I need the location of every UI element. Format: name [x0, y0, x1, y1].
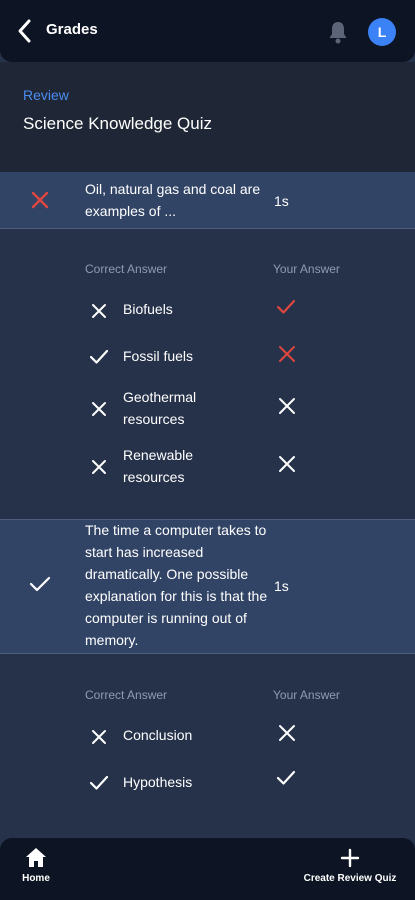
check-icon — [276, 297, 296, 317]
page-title: Grades — [46, 21, 98, 38]
nav-create-label: Create Review Quiz — [303, 873, 397, 884]
x-icon — [89, 399, 109, 419]
question-time: 1s — [274, 578, 289, 594]
check-icon — [276, 768, 296, 788]
correct-check-icon — [29, 573, 51, 595]
question-row[interactable]: The time a computer takes to start has i… — [0, 520, 415, 654]
x-icon — [277, 344, 297, 364]
plus-icon — [338, 846, 362, 870]
correct-answer-header: Correct Answer — [85, 262, 168, 276]
check-icon — [89, 347, 109, 367]
top-app-bar: Grades L — [0, 0, 415, 62]
bottom-nav: Home Create Review Quiz — [0, 838, 415, 900]
option-label: Conclusion — [123, 727, 193, 743]
avatar[interactable]: L — [368, 18, 396, 46]
question-time: 1s — [274, 193, 289, 209]
question-row[interactable]: Oil, natural gas and coal are examples o… — [0, 172, 415, 229]
check-icon — [89, 773, 109, 793]
question-text: The time a computer takes to start has i… — [85, 522, 268, 648]
nav-home-label: Home — [22, 873, 50, 884]
question-text: Oil, natural gas and coal are examples o… — [85, 181, 261, 219]
option-label: Renewable resources — [123, 447, 194, 485]
divider — [0, 228, 415, 229]
notification-bell-icon[interactable] — [326, 19, 350, 45]
incorrect-x-icon — [29, 189, 51, 211]
back-arrow-icon[interactable] — [14, 18, 38, 44]
review-label: Review — [23, 87, 69, 103]
nav-home[interactable]: Home — [16, 846, 56, 884]
your-answer-header: Your Answer — [273, 688, 340, 702]
option-label: Hypothesis — [123, 774, 193, 790]
quiz-title: Science Knowledge Quiz — [23, 114, 213, 133]
divider — [0, 653, 415, 654]
option-label: Geothermal resources — [123, 389, 197, 427]
option-label: Biofuels — [123, 301, 173, 317]
your-answer-header: Your Answer — [273, 262, 340, 276]
quiz-header: Review Science Knowledge Quiz — [0, 62, 415, 172]
x-icon — [89, 727, 109, 747]
nav-create-review-quiz[interactable]: Create Review Quiz — [300, 846, 400, 884]
x-icon — [277, 396, 297, 416]
correct-answer-header: Correct Answer — [85, 688, 168, 702]
home-icon — [24, 846, 48, 870]
x-icon — [89, 301, 109, 321]
x-icon — [277, 723, 297, 743]
x-icon — [277, 454, 297, 474]
x-icon — [89, 457, 109, 477]
option-label: Fossil fuels — [123, 348, 194, 364]
